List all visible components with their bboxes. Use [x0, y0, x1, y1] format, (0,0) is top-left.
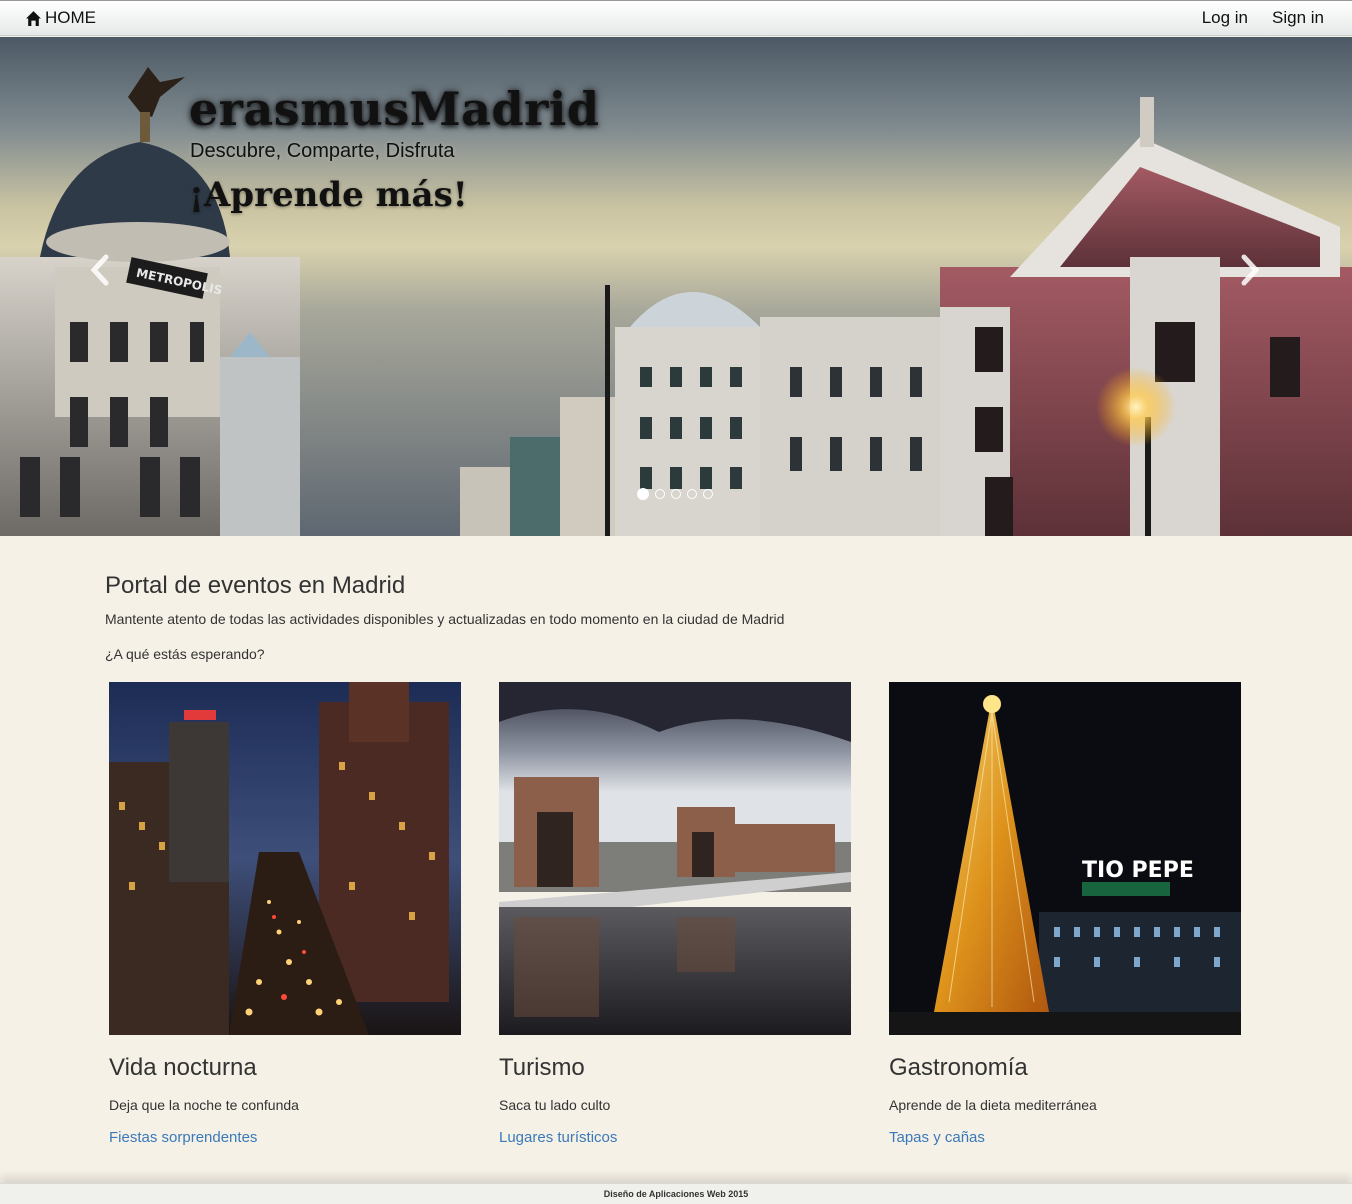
intro-text: Mantente atento de todas las actividades…: [105, 611, 785, 627]
carousel-next-button[interactable]: [1238, 253, 1262, 287]
hero-carousel: METROPOLIS erasmusMadrid Descubre, Compa…: [0, 37, 1352, 536]
carousel-indicator-3[interactable]: [671, 489, 681, 499]
footer: Diseño de Aplicaciones Web 2015: [0, 1183, 1352, 1204]
card-turismo: Turismo Saca tu lado culto Lugares turís…: [499, 682, 851, 1146]
tio-pepe-sign-text: TIO PEPE: [1082, 858, 1194, 883]
card-text-turismo: Saca tu lado culto: [499, 1097, 611, 1113]
learn-more-link[interactable]: ¡Aprende más!: [189, 175, 468, 215]
hero-subtitle: Descubre, Comparte, Disfruta: [190, 140, 455, 162]
card-title-vida-nocturna: Vida nocturna: [109, 1054, 257, 1081]
hero-title: erasmusMadrid: [189, 82, 600, 136]
carousel-prev-button[interactable]: [88, 253, 112, 287]
card-image-gastronomia: TIO PEPE: [889, 682, 1241, 1035]
auth-links: Log in Sign in: [1178, 8, 1324, 28]
card-text-vida-nocturna: Deja que la noche te confunda: [109, 1097, 299, 1113]
intro-question: ¿A qué estás esperando?: [105, 646, 265, 662]
card-image-vida-nocturna: [109, 682, 461, 1035]
chevron-right-icon: [1241, 254, 1260, 286]
home-link[interactable]: HOME: [25, 8, 96, 28]
card-image-turismo: [499, 682, 851, 1035]
card-gastronomia: TIO PEPE Gastronomía Aprende de la dieta…: [889, 682, 1241, 1146]
card-link-vida-nocturna[interactable]: Fiestas sorprendentes: [109, 1129, 461, 1146]
card-link-turismo[interactable]: Lugares turísticos: [499, 1129, 851, 1146]
footer-text: Diseño de Aplicaciones Web 2015: [603, 1189, 749, 1199]
home-label: HOME: [45, 8, 96, 27]
login-link[interactable]: Log in: [1202, 8, 1248, 28]
card-link-gastronomia[interactable]: Tapas y cañas: [889, 1129, 1241, 1146]
card-vida-nocturna: Vida nocturna Deja que la noche te confu…: [109, 682, 461, 1146]
carousel-indicator-2[interactable]: [655, 489, 665, 499]
carousel-indicators: [637, 488, 719, 500]
carousel-indicator-1[interactable]: [637, 488, 649, 500]
intro-title: Portal de eventos en Madrid: [105, 572, 406, 599]
card-title-turismo: Turismo: [499, 1054, 585, 1081]
card-title-gastronomia: Gastronomía: [889, 1054, 1028, 1081]
carousel-indicator-5[interactable]: [703, 489, 713, 499]
top-navbar: HOME Log in Sign in: [0, 0, 1352, 36]
home-icon: [26, 10, 41, 26]
metropolis-building: METROPOLIS: [0, 67, 300, 536]
signin-link[interactable]: Sign in: [1272, 8, 1324, 28]
red-church: [940, 97, 1352, 536]
chevron-left-icon: [90, 254, 109, 286]
carousel-indicator-4[interactable]: [687, 489, 697, 499]
card-text-gastronomia: Aprende de la dieta mediterránea: [889, 1097, 1097, 1113]
